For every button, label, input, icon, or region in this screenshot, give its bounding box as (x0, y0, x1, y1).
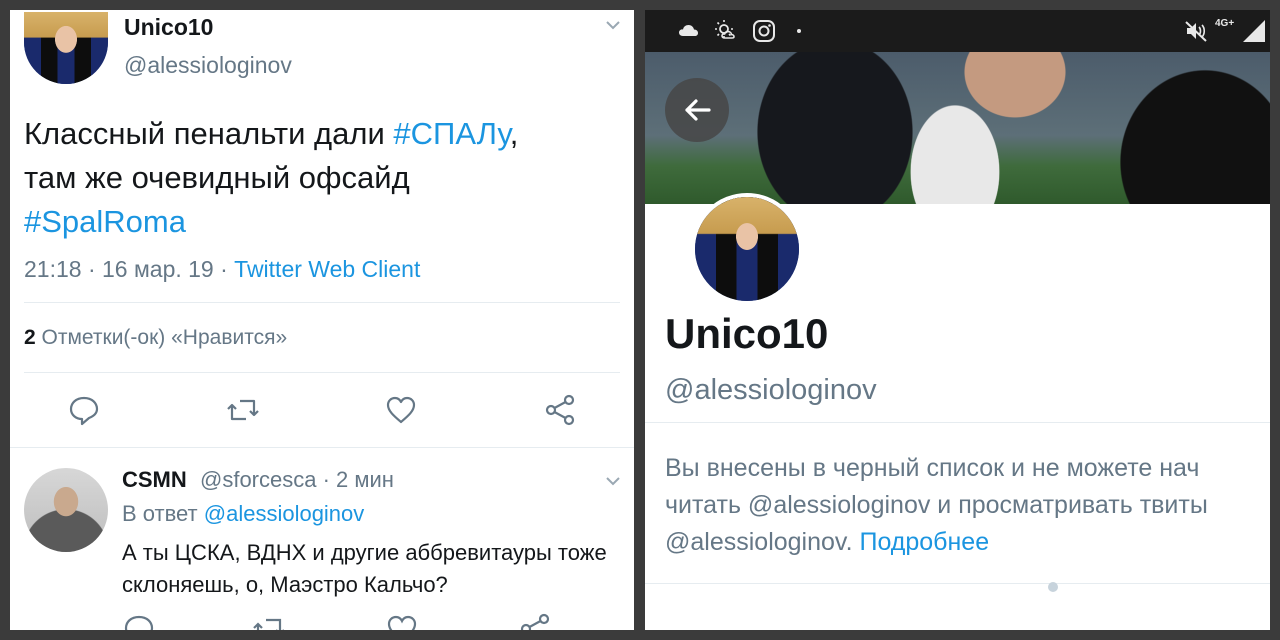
hashtag-link[interactable]: #SpalRoma (24, 204, 186, 239)
profile-name: Unico10 (665, 310, 829, 357)
reply-to-line: В ответ @alessiologinov (122, 501, 365, 526)
back-button[interactable] (665, 78, 729, 142)
author-handle[interactable]: @alessiologinov (124, 52, 292, 79)
retweet-icon[interactable] (252, 612, 286, 630)
profile-banner[interactable] (645, 52, 1270, 204)
dot-icon (797, 29, 801, 33)
chevron-down-icon[interactable] (606, 476, 620, 486)
reply-author-name[interactable]: CSMN (122, 467, 187, 493)
cloud-icon (679, 25, 698, 36)
share-icon[interactable] (543, 393, 577, 427)
arrow-left-icon (685, 99, 711, 121)
divider (645, 422, 1270, 423)
chevron-down-icon[interactable] (606, 20, 620, 30)
likes-count: 2 (24, 326, 36, 349)
tweet-timestamp[interactable]: 21:18 · 16 мар. 19 · (24, 256, 234, 282)
reply-text: А ты ЦСКА, ВДНХ и другие аббревитауры то… (122, 540, 607, 597)
like-icon[interactable] (385, 612, 419, 630)
divider (10, 447, 634, 448)
tweet-panel: Unico10 @alessiologinov Классный пенальт… (10, 10, 634, 630)
reply-icon[interactable] (122, 612, 156, 630)
network-type-label: 4G+ (1215, 18, 1235, 29)
tweet-text: Классный пенальти дали #СПАЛу, там же оч… (24, 116, 519, 239)
learn-more-link[interactable]: Подробнее (859, 528, 989, 556)
mention-link[interactable]: @alessiologinov (204, 501, 365, 526)
divider (24, 302, 620, 303)
divider (645, 583, 1270, 584)
reply-author-avatar[interactable] (24, 468, 108, 552)
blocked-notice: Вы внесены в черный список и не можете н… (665, 454, 1208, 556)
client-link[interactable]: Twitter Web Client (234, 256, 420, 282)
signal-icon (1243, 20, 1265, 42)
share-icon[interactable] (518, 612, 552, 630)
profile-avatar[interactable] (691, 193, 803, 305)
scroll-indicator (1048, 582, 1058, 592)
profile-handle: @alessiologinov (665, 374, 877, 406)
author-name[interactable]: Unico10 (124, 14, 213, 41)
retweet-icon[interactable] (226, 393, 260, 427)
reply-author-handle[interactable]: @sforcesca · 2 мин (200, 467, 394, 493)
profile-panel: 4G+ Unico10 @alessiologinov Вы внесены в… (645, 10, 1270, 630)
tweet-meta: 21:18 · 16 мар. 19 · Twitter Web Client (24, 256, 420, 283)
mute-icon (1185, 21, 1207, 42)
likes-summary[interactable]: 2 Отметки(-ок) «Нравится» (24, 326, 287, 350)
author-avatar[interactable] (24, 12, 108, 84)
like-icon[interactable] (384, 393, 418, 427)
divider (24, 372, 620, 373)
likes-label: Отметки(-ок) «Нравится» (35, 326, 288, 349)
instagram-icon (753, 20, 775, 42)
status-bar: 4G+ (645, 10, 1270, 52)
hashtag-link[interactable]: #СПАЛу (393, 116, 509, 151)
weather-icon (715, 20, 735, 39)
reply-icon[interactable] (67, 393, 101, 427)
